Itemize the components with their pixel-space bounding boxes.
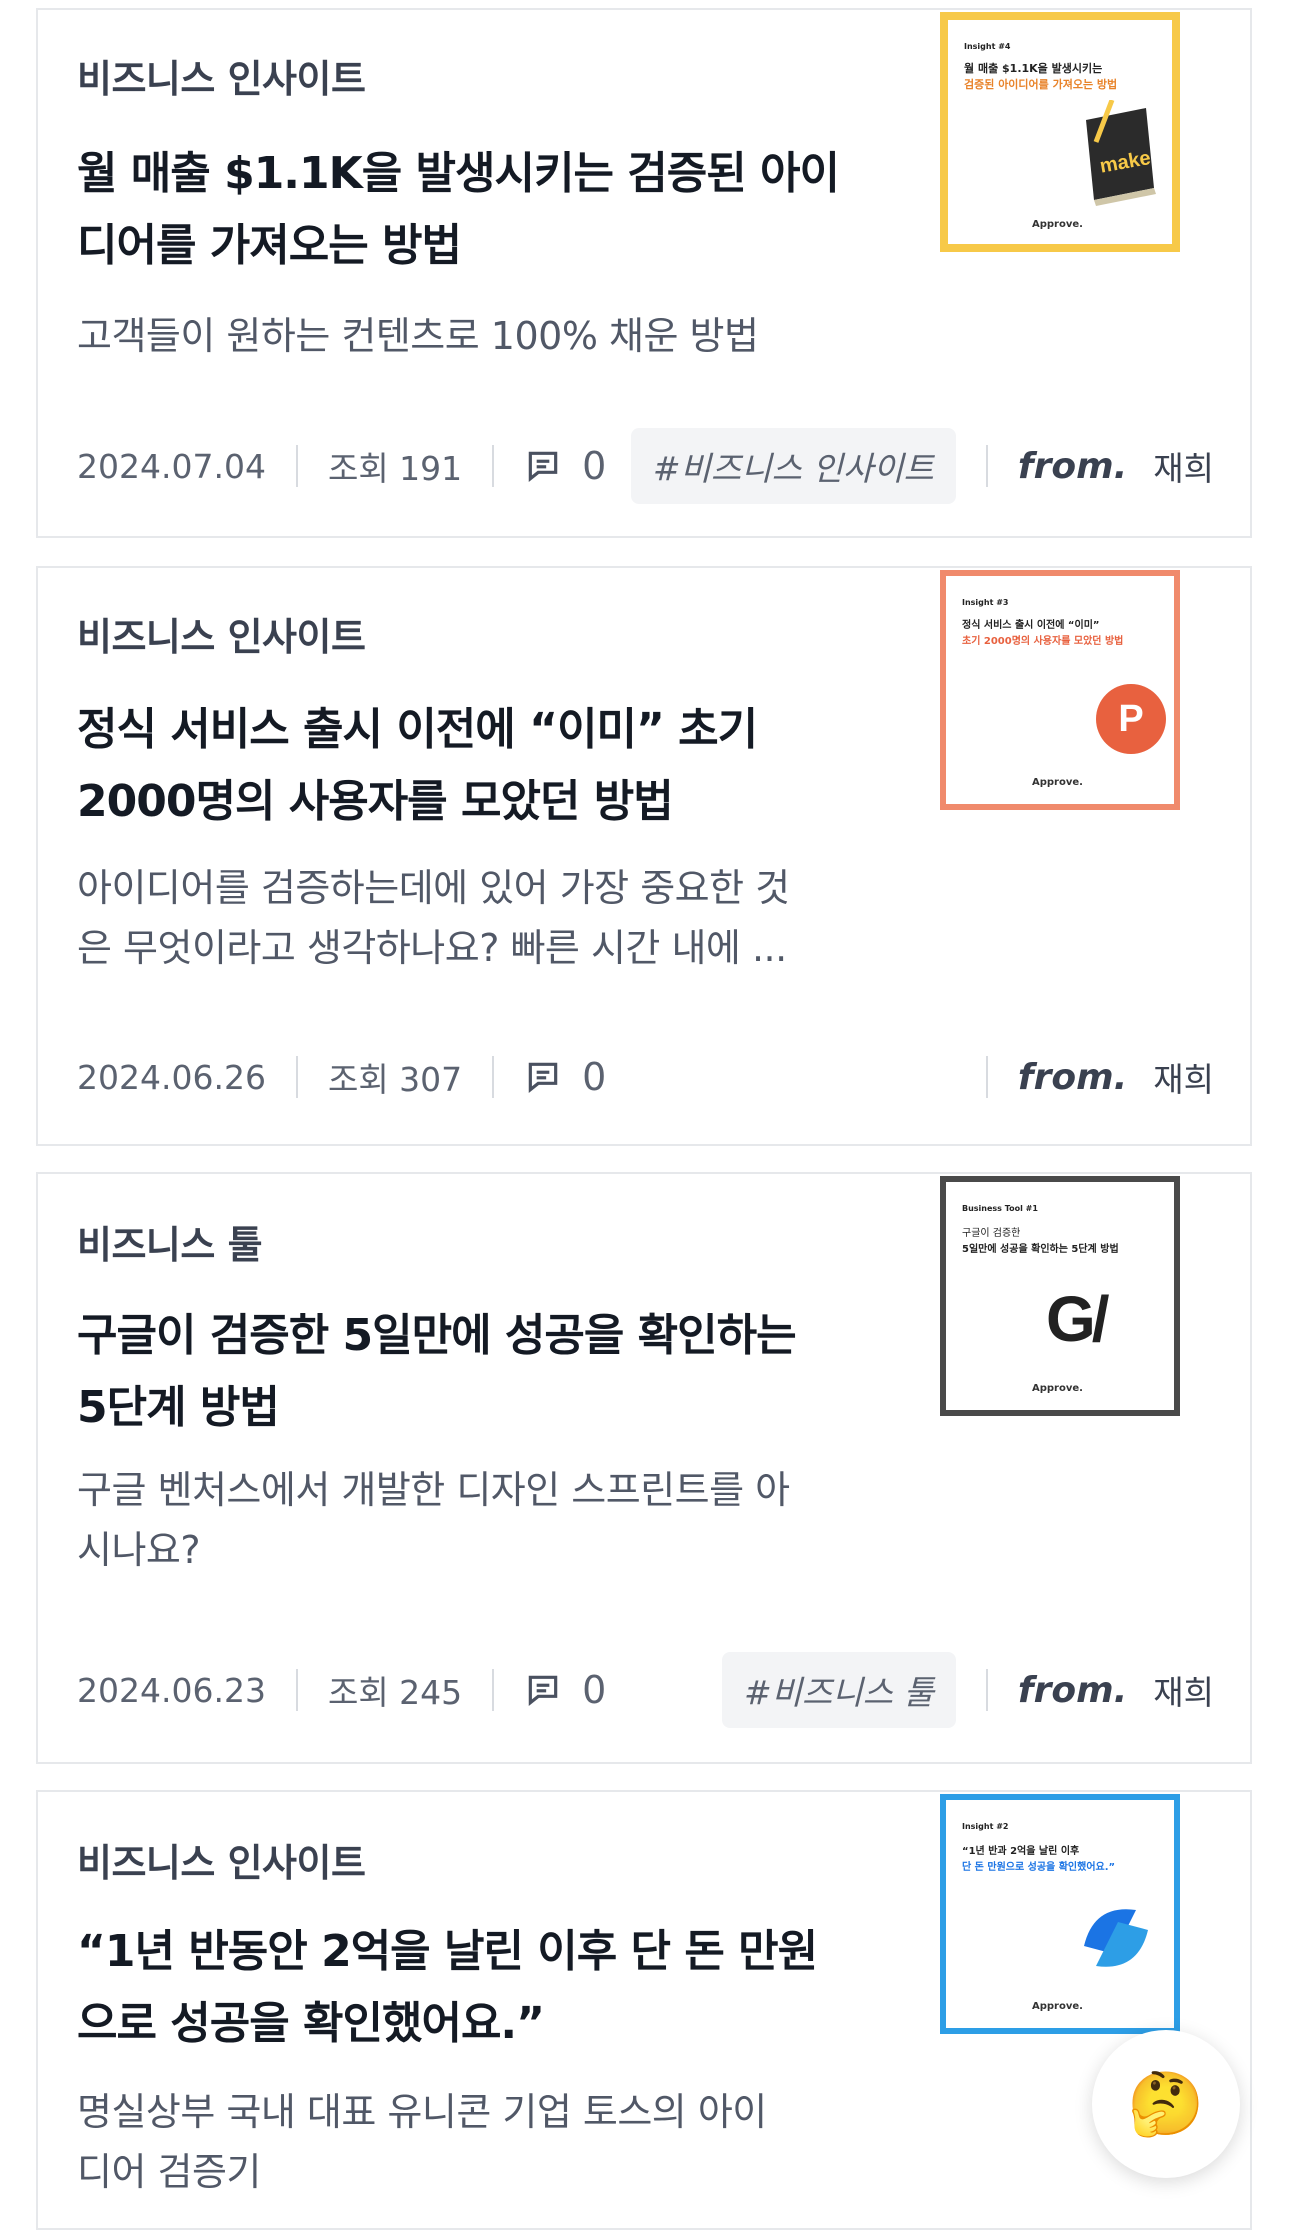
comment-icon xyxy=(528,451,558,482)
logo-letter: P xyxy=(1118,697,1144,740)
view-count: 조회 307 xyxy=(327,1060,463,1099)
post-meta: 2024.06.26 조회 307 0 from. 재희 xyxy=(77,1042,1214,1112)
post-category: 비즈니스 인사이트 xyxy=(77,615,366,659)
thumb-brand: Approve. xyxy=(1032,777,1083,788)
post-date: 2024.06.26 xyxy=(77,1057,266,1097)
post-description-line: 아이디어를 검증하는데에 있어 가장 중요한 것 xyxy=(77,866,790,910)
author-name[interactable]: 재희 xyxy=(1153,1053,1214,1101)
post-description: 아이디어를 검증하는데에 있어 가장 중요한 것 은 무엇이라고 생각하나요? … xyxy=(77,858,877,978)
thumb-headline-accent: 단 돈 만원으로 성공을 확인했어요.” xyxy=(962,1862,1116,1873)
view-count: 조회 191 xyxy=(327,449,463,488)
thinking-face-icon: 🤔 xyxy=(1127,2067,1205,2140)
post-title-line: 정식 서비스 출시 이전에 “이미” 초기 xyxy=(77,704,758,755)
divider xyxy=(492,1669,495,1711)
post-title-line: “1년 반동안 2억을 날린 이후 단 돈 만원 xyxy=(77,1926,818,1977)
post-title[interactable]: 정식 서비스 출시 이전에 “이미” 초기 2000명의 사용자를 모았던 방법 xyxy=(77,694,877,838)
post-title[interactable]: 월 매출 $1.1K을 발생시키는 검증된 아이 디어를 가져오는 방법 xyxy=(77,138,877,282)
post-tag[interactable]: #비즈니스 툴 xyxy=(721,1652,956,1728)
thumb-headline-accent: 검증된 아이디어를 가져오는 방법 xyxy=(964,78,1118,91)
comment-count[interactable]: 0 xyxy=(524,1055,606,1099)
post-meta: 2024.07.04 조회 191 0 #비즈니스 인사이트 from. 재희 xyxy=(77,428,1214,504)
comment-count[interactable]: 0 xyxy=(524,444,606,488)
post-category: 비즈니스 툴 xyxy=(77,1223,263,1267)
post-thumbnail[interactable]: Insight #2 “1년 반과 2억을 날린 이후 단 돈 만원으로 성공을… xyxy=(940,1794,1180,2034)
post-date: 2024.07.04 xyxy=(77,446,266,486)
post-thumbnail[interactable]: Insight #3 정식 서비스 출시 이전에 “이미” 초기 2000명의 … xyxy=(940,570,1180,810)
divider xyxy=(985,445,988,487)
post-description-line: 시나요? xyxy=(77,1528,201,1572)
post-description-line: 명실상부 국내 대표 유니콘 기업 토스의 아이 xyxy=(77,2090,767,2134)
thumb-headline: 정식 서비스 출시 이전에 “이미” xyxy=(962,620,1100,631)
toss-logo-icon xyxy=(1084,1909,1148,1967)
from-label: from. xyxy=(1017,445,1128,487)
post-description-line: 디어 검증기 xyxy=(77,2150,261,2194)
post-description-line: 구글 벤처스에서 개발한 디자인 스프린트를 아 xyxy=(77,1468,790,1512)
divider xyxy=(295,445,298,487)
post-title[interactable]: 구글이 검증한 5일만에 성공을 확인하는 5단계 방법 xyxy=(77,1300,877,1444)
post-description-line: 고객들이 원하는 컨텐츠로 100% 채운 방법 xyxy=(77,314,759,358)
post-card[interactable]: 비즈니스 툴 구글이 검증한 5일만에 성공을 확인하는 5단계 방법 구글 벤… xyxy=(36,1172,1252,1764)
post-card[interactable]: 비즈니스 인사이트 “1년 반동안 2억을 날린 이후 단 돈 만원 으로 성공… xyxy=(36,1790,1252,2230)
comment-count-value: 0 xyxy=(582,1668,607,1712)
thumb-series: Insight #4 xyxy=(964,42,1011,51)
post-title-line: 디어를 가져오는 방법 xyxy=(77,220,462,271)
thumb-series: Insight #2 xyxy=(962,1822,1009,1831)
thumb-series: Business Tool #1 xyxy=(962,1204,1038,1213)
divider xyxy=(492,445,495,487)
post-card[interactable]: 비즈니스 인사이트 정식 서비스 출시 이전에 “이미” 초기 2000명의 사… xyxy=(36,566,1252,1146)
post-title[interactable]: “1년 반동안 2억을 날린 이후 단 돈 만원 으로 성공을 확인했어요.” xyxy=(77,1916,877,2060)
thumb-brand: Approve. xyxy=(1032,2001,1083,2012)
book-icon: make xyxy=(1086,100,1156,206)
post-feed: 비즈니스 인사이트 월 매출 $1.1K을 발생시키는 검증된 아이 디어를 가… xyxy=(0,0,1290,2230)
thumb-headline-accent: 초기 2000명의 사용자를 모았던 방법 xyxy=(962,636,1124,647)
feedback-fab-button[interactable]: 🤔 xyxy=(1092,2030,1240,2178)
author-name[interactable]: 재희 xyxy=(1153,1666,1214,1714)
post-thumbnail[interactable]: Business Tool #1 구글이 검증한 5일만에 성공을 확인하는 5… xyxy=(940,1176,1180,1416)
from-label: from. xyxy=(1017,1669,1128,1711)
post-title-line: 월 매출 $1.1K을 발생시키는 검증된 아이 xyxy=(77,148,840,199)
divider xyxy=(985,1669,988,1711)
post-date: 2024.06.23 xyxy=(77,1670,266,1710)
post-tag[interactable]: #비즈니스 인사이트 xyxy=(630,428,956,504)
comment-count-value: 0 xyxy=(582,444,607,488)
post-card[interactable]: 비즈니스 인사이트 월 매출 $1.1K을 발생시키는 검증된 아이 디어를 가… xyxy=(36,8,1252,538)
comment-count[interactable]: 0 xyxy=(524,1668,606,1712)
divider xyxy=(985,1056,988,1098)
post-description-line: 은 무엇이라고 생각하나요? 빠른 시간 내에 ... xyxy=(77,926,787,970)
author-name[interactable]: 재희 xyxy=(1153,442,1214,490)
post-title-line: 2000명의 사용자를 모았던 방법 xyxy=(77,776,674,827)
comment-icon xyxy=(528,1062,558,1093)
comment-count-value: 0 xyxy=(582,1055,607,1099)
post-thumbnail[interactable]: Insight #4 월 매출 $1.1K을 발생시키는 검증된 아이디어를 가… xyxy=(940,12,1180,252)
post-description: 명실상부 국내 대표 유니콘 기업 토스의 아이 디어 검증기 xyxy=(77,2082,877,2202)
divider xyxy=(295,1056,298,1098)
thumb-headline: “1년 반과 2억을 날린 이후 xyxy=(962,1846,1080,1857)
thumb-series: Insight #3 xyxy=(962,598,1009,607)
gv-logo-icon: G/ xyxy=(1046,1282,1110,1356)
thumb-headline: 구글이 검증한 xyxy=(962,1228,1021,1239)
post-title-line: 5단계 방법 xyxy=(77,1382,280,1433)
post-category: 비즈니스 인사이트 xyxy=(77,57,366,101)
thumb-brand: Approve. xyxy=(1032,1383,1083,1394)
post-description: 구글 벤처스에서 개발한 디자인 스프린트를 아 시나요? xyxy=(77,1460,877,1580)
post-category: 비즈니스 인사이트 xyxy=(77,1841,366,1885)
post-title-line: 으로 성공을 확인했어요.” xyxy=(77,1998,545,2049)
thumb-headline-accent: 5일만에 성공을 확인하는 5단계 방법 xyxy=(962,1244,1119,1255)
thumb-brand: Approve. xyxy=(1032,219,1083,230)
divider xyxy=(492,1056,495,1098)
view-count: 조회 245 xyxy=(327,1673,463,1712)
comment-icon xyxy=(528,1675,558,1706)
logo-letter: G/ xyxy=(1046,1283,1110,1355)
from-label: from. xyxy=(1017,1056,1128,1098)
producthunt-logo-icon: P xyxy=(1096,684,1166,754)
divider xyxy=(295,1669,298,1711)
thumb-headline: 월 매출 $1.1K을 발생시키는 xyxy=(964,62,1103,75)
post-description: 고객들이 원하는 컨텐츠로 100% 채운 방법 xyxy=(77,306,877,366)
post-meta: 2024.06.23 조회 245 0 #비즈니스 툴 from. 재희 xyxy=(77,1652,1214,1728)
post-title-line: 구글이 검증한 5일만에 성공을 확인하는 xyxy=(77,1310,797,1361)
